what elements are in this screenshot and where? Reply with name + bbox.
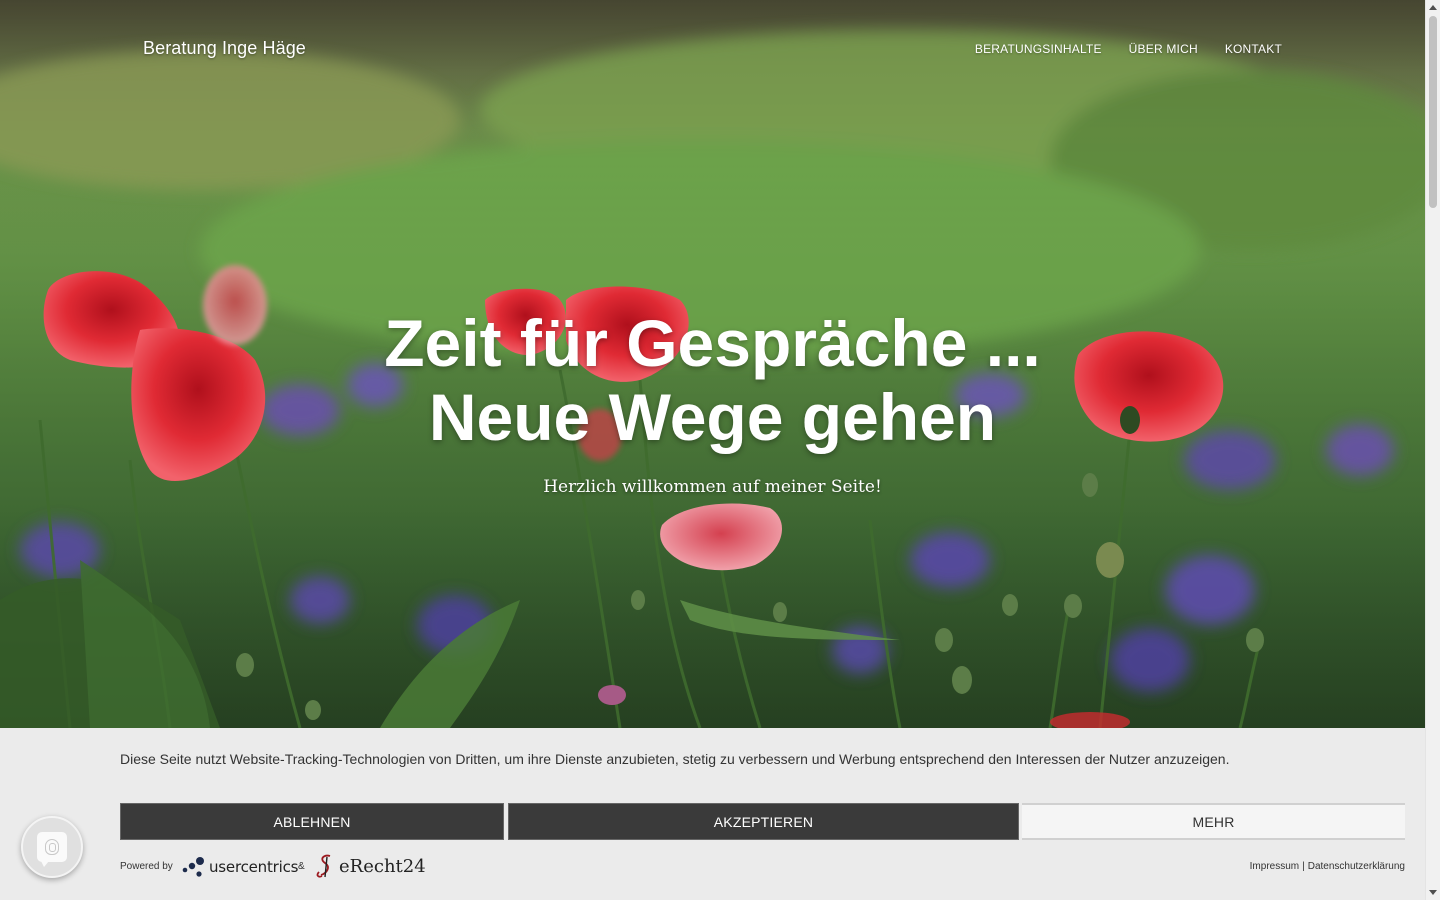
hero-headline: Zeit für Gespräche ... Neue Wege gehen	[0, 306, 1425, 454]
site-brand[interactable]: Beratung Inge Häge	[143, 38, 306, 59]
accept-button[interactable]: AKZEPTIEREN	[508, 803, 1019, 840]
impressum-link[interactable]: Impressum	[1250, 861, 1299, 872]
hero-subline: Herzlich willkommen auf meiner Seite!	[543, 477, 882, 497]
legal-separator: |	[1302, 861, 1305, 872]
nav-ueber-mich[interactable]: ÜBER MICH	[1129, 42, 1198, 56]
hero-headline-line-1: Zeit für Gespräche ...	[384, 306, 1041, 380]
vertical-scrollbar[interactable]	[1425, 0, 1440, 900]
hero-headline-line-2: Neue Wege gehen	[428, 380, 997, 454]
deny-button[interactable]: ABLEHNEN	[120, 803, 504, 840]
ampersand: &	[298, 861, 305, 872]
nav-kontakt[interactable]: KONTAKT	[1225, 42, 1282, 56]
erecht24-logo[interactable]: eRecht24	[315, 853, 426, 879]
scroll-down-arrow-icon[interactable]	[1429, 890, 1437, 895]
erecht24-wordmark: eRecht24	[339, 855, 426, 877]
scrollbar-thumb[interactable]	[1429, 16, 1437, 208]
scroll-up-arrow-icon[interactable]	[1429, 5, 1437, 10]
nav-beratungsinhalte[interactable]: BERATUNGSINHALTE	[975, 42, 1102, 56]
erecht24-section-icon	[316, 854, 331, 878]
main-nav: BERATUNGSINHALTE ÜBER MICH KONTAKT	[975, 42, 1282, 56]
usercentrics-wordmark: usercentrics	[209, 858, 299, 876]
more-button[interactable]: MEHR	[1022, 803, 1405, 840]
privacy-settings-button[interactable]	[21, 816, 83, 878]
fingerprint-icon	[45, 839, 59, 855]
chat-bubble-icon	[37, 832, 67, 867]
usercentrics-dots-icon	[182, 857, 204, 877]
legal-links: Impressum | Datenschutzerklärung	[1250, 861, 1405, 872]
usercentrics-logo[interactable]: usercentrics	[182, 855, 298, 879]
powered-by-label: Powered by	[120, 861, 173, 872]
consent-message: Diese Seite nutzt Website-Tracking-Techn…	[120, 751, 1230, 767]
cookie-consent-banner: Diese Seite nutzt Website-Tracking-Techn…	[0, 728, 1425, 900]
datenschutz-link[interactable]: Datenschutzerklärung	[1308, 861, 1405, 872]
